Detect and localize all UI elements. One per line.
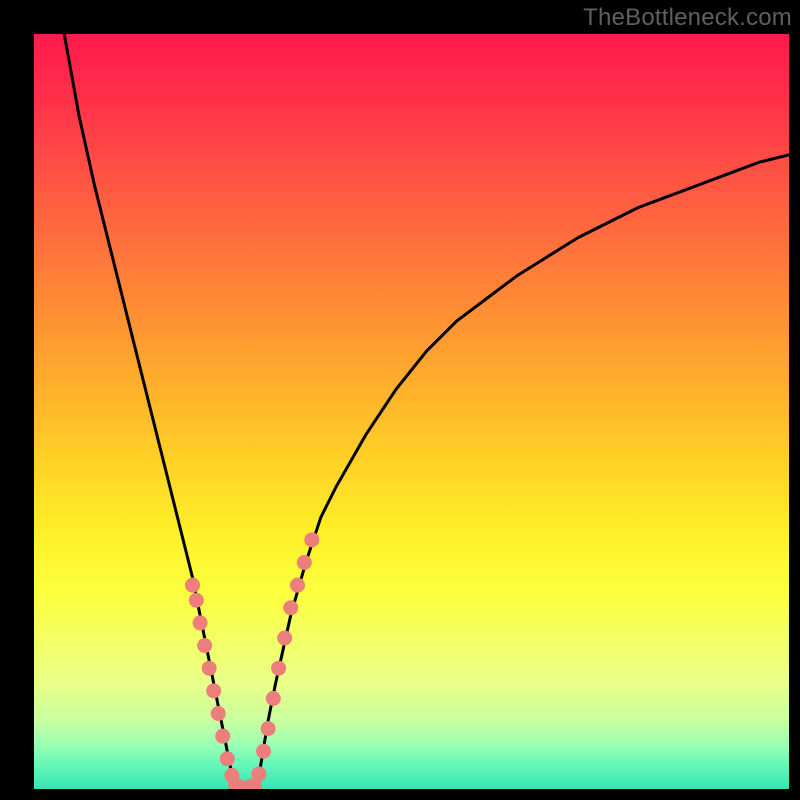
data-point [304, 532, 319, 547]
data-point [271, 661, 286, 676]
data-point [251, 766, 266, 781]
bottleneck-curve [64, 34, 789, 789]
chart-svg [34, 34, 789, 789]
watermark-text: TheBottleneck.com [583, 4, 792, 32]
data-point [261, 721, 276, 736]
plot-area [34, 34, 789, 789]
data-point [290, 578, 305, 593]
data-point [220, 751, 235, 766]
data-point [193, 615, 208, 630]
data-point [266, 691, 281, 706]
data-point [197, 638, 212, 653]
data-point [206, 683, 221, 698]
data-point [297, 555, 312, 570]
data-point [215, 729, 230, 744]
dots-left [185, 578, 247, 789]
data-point [185, 578, 200, 593]
data-point [283, 600, 298, 615]
data-point [277, 631, 292, 646]
data-point [256, 744, 271, 759]
data-point [202, 661, 217, 676]
data-point [189, 593, 204, 608]
chart-frame: TheBottleneck.com [0, 0, 800, 800]
data-point [211, 706, 226, 721]
